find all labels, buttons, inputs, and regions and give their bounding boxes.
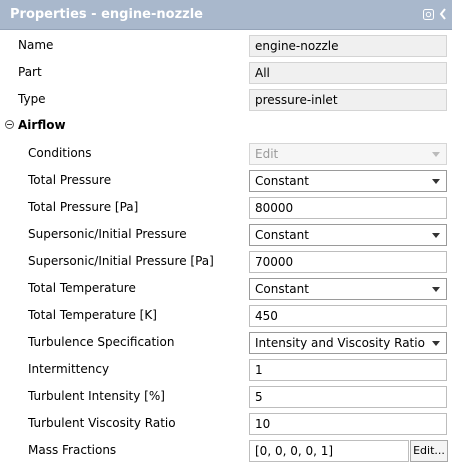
chevron-left-icon[interactable]	[438, 7, 448, 21]
chevron-down-icon	[432, 287, 440, 292]
row-intermittency: Intermittency 1	[0, 356, 452, 383]
properties-panel: Properties - engine-nozzle Name engine-n…	[0, 0, 452, 464]
row-conditions: Conditions Edit	[0, 140, 452, 167]
row-total-temperature: Total Temperature Constant	[0, 275, 452, 302]
panel-title: Properties - engine-nozzle	[10, 7, 203, 22]
part-label: Part	[18, 65, 42, 79]
supersonic-pressure-pa-label: Supersonic/Initial Pressure [Pa]	[28, 254, 214, 268]
collapse-toggle-icon[interactable]	[5, 120, 14, 129]
row-supersonic-pressure-pa: Supersonic/Initial Pressure [Pa] 70000	[0, 248, 452, 275]
total-temperature-k-input[interactable]: 450	[249, 305, 447, 327]
chevron-down-icon	[432, 179, 440, 184]
turbulence-spec-label: Turbulence Specification	[28, 335, 175, 349]
row-mass-fractions: Mass Fractions [0, 0, 0, 0, 1] Edit...	[0, 437, 452, 464]
airflow-section-header[interactable]: Airflow	[0, 113, 452, 140]
row-part: Part All	[0, 59, 452, 86]
total-temperature-label: Total Temperature	[28, 281, 136, 295]
turbulent-viscosity-ratio-label: Turbulent Viscosity Ratio	[28, 416, 176, 430]
total-pressure-pa-input[interactable]: 80000	[249, 197, 447, 219]
turbulence-spec-value: Intensity and Viscosity Ratio	[255, 336, 425, 350]
mass-fractions-edit-button[interactable]: Edit...	[410, 440, 448, 462]
row-turbulence-spec: Turbulence Specification Intensity and V…	[0, 329, 452, 356]
total-pressure-label: Total Pressure	[28, 173, 112, 187]
turbulence-spec-dropdown[interactable]: Intensity and Viscosity Ratio	[249, 332, 447, 354]
airflow-section-label: Airflow	[18, 118, 66, 132]
total-pressure-pa-label: Total Pressure [Pa]	[28, 200, 139, 214]
row-supersonic-pressure: Supersonic/Initial Pressure Constant	[0, 221, 452, 248]
mass-fractions-label: Mass Fractions	[28, 443, 117, 457]
row-turbulent-viscosity-ratio: Turbulent Viscosity Ratio 10	[0, 410, 452, 437]
mass-fractions-input[interactable]: [0, 0, 0, 0, 1]	[249, 440, 409, 462]
conditions-value: Edit	[255, 147, 279, 161]
total-pressure-dropdown[interactable]: Constant	[249, 170, 447, 192]
supersonic-pressure-label: Supersonic/Initial Pressure	[28, 227, 187, 241]
supersonic-pressure-dropdown[interactable]: Constant	[249, 224, 447, 246]
turbulent-viscosity-ratio-input[interactable]: 10	[249, 413, 447, 435]
row-total-pressure: Total Pressure Constant	[0, 167, 452, 194]
chevron-down-icon	[432, 152, 440, 157]
total-pressure-value: Constant	[255, 174, 309, 188]
total-temperature-k-label: Total Temperature [K]	[28, 308, 157, 322]
chevron-down-icon	[432, 341, 440, 346]
name-label: Name	[18, 38, 54, 52]
type-label: Type	[18, 92, 46, 106]
total-temperature-dropdown[interactable]: Constant	[249, 278, 447, 300]
intermittency-input[interactable]: 1	[249, 359, 447, 381]
conditions-label: Conditions	[28, 146, 92, 160]
row-type: Type pressure-inlet	[0, 86, 452, 113]
row-turbulent-intensity: Turbulent Intensity [%] 5	[0, 383, 452, 410]
intermittency-label: Intermittency	[28, 362, 110, 376]
name-field: engine-nozzle	[249, 35, 447, 57]
supersonic-pressure-pa-input[interactable]: 70000	[249, 251, 447, 273]
pin-icon[interactable]	[423, 9, 434, 20]
row-total-temperature-k: Total Temperature [K] 450	[0, 302, 452, 329]
part-field: All	[249, 62, 447, 84]
conditions-dropdown: Edit	[249, 143, 447, 165]
type-field: pressure-inlet	[249, 89, 447, 111]
supersonic-pressure-value: Constant	[255, 228, 309, 242]
chevron-down-icon	[432, 233, 440, 238]
panel-titlebar: Properties - engine-nozzle	[0, 0, 452, 30]
turbulent-intensity-label: Turbulent Intensity [%]	[28, 389, 165, 403]
row-total-pressure-pa: Total Pressure [Pa] 80000	[0, 194, 452, 221]
row-name: Name engine-nozzle	[0, 32, 452, 59]
turbulent-intensity-input[interactable]: 5	[249, 386, 447, 408]
total-temperature-value: Constant	[255, 282, 309, 296]
